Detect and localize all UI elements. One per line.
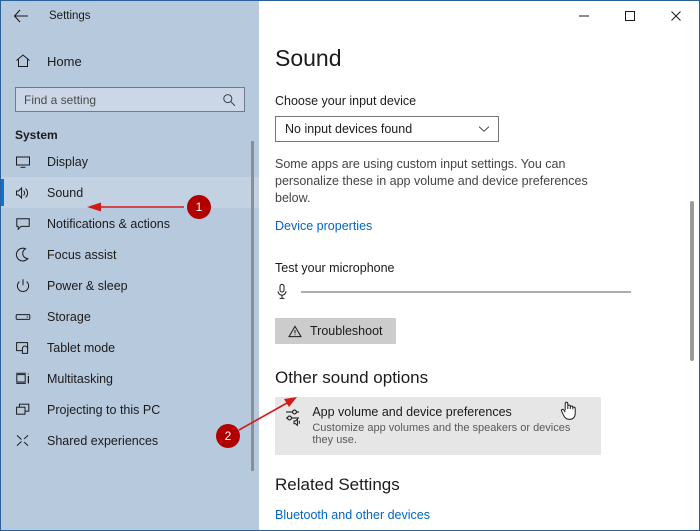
sliders-speaker-icon — [285, 405, 312, 427]
sidebar-item-home-label: Home — [47, 53, 82, 69]
sidebar-item-projecting[interactable]: Projecting to this PC — [1, 394, 259, 425]
sidebar-item-display[interactable]: Display — [1, 146, 259, 177]
app-volume-subtitle: Customize app volumes and the speakers o… — [312, 422, 571, 446]
home-icon — [15, 53, 41, 69]
sidebar-item-power-sleep[interactable]: Power & sleep — [1, 270, 259, 301]
input-device-label: Choose your input device — [275, 94, 417, 108]
sidebar-item-multitasking-label: Multitasking — [47, 371, 113, 386]
sidebar-scrollbar[interactable] — [251, 141, 254, 471]
input-device-selected-value: No input devices found — [285, 122, 413, 136]
search-box[interactable] — [15, 87, 245, 112]
related-settings-title: Related Settings — [275, 475, 400, 494]
settings-window: Settings Home Find a setting System Disp… — [0, 0, 700, 531]
hand-pointer-icon — [559, 399, 579, 426]
sidebar-section-title: System — [15, 128, 58, 142]
sidebar-item-home[interactable]: Home — [1, 45, 259, 77]
sidebar-item-multitasking[interactable]: Multitasking — [1, 363, 259, 394]
microphone-icon — [275, 283, 297, 301]
minimize-icon[interactable] — [561, 1, 607, 31]
sidebar-item-shared-experiences-label: Shared experiences — [47, 433, 159, 448]
warning-icon — [288, 324, 302, 338]
back-arrow-icon[interactable] — [1, 1, 41, 31]
title-bar-left: Settings — [1, 1, 259, 31]
microphone-level-bar — [301, 291, 631, 293]
search-input[interactable] — [16, 88, 222, 111]
tablet-icon — [15, 340, 41, 356]
sidebar-item-projecting-label: Projecting to this PC — [47, 402, 161, 417]
power-icon — [15, 278, 41, 294]
moon-icon — [15, 247, 41, 263]
sidebar-item-sound[interactable]: Sound — [1, 177, 259, 208]
close-icon[interactable] — [653, 1, 699, 31]
sidebar-item-notifications-label: Notifications & actions — [47, 216, 170, 231]
share-icon — [15, 433, 41, 449]
sidebar-item-focus-assist[interactable]: Focus assist — [1, 239, 259, 270]
speaker-icon — [15, 185, 41, 201]
chevron-down-icon — [478, 125, 490, 133]
troubleshoot-button-label: Troubleshoot — [310, 324, 383, 338]
notification-icon — [15, 216, 41, 232]
maximize-icon[interactable] — [607, 1, 653, 31]
content-panel: Sound Choose your input device No input … — [259, 31, 699, 530]
bluetooth-and-other-devices-link[interactable]: Bluetooth and other devices — [275, 508, 699, 522]
content-scrollbar[interactable] — [690, 201, 694, 361]
sidebar-item-power-sleep-label: Power & sleep — [47, 278, 128, 293]
search-icon[interactable] — [222, 93, 244, 107]
custom-input-note: Some apps are using custom input setting… — [275, 157, 588, 205]
troubleshoot-button[interactable]: Troubleshoot — [275, 318, 396, 344]
page-title: Sound — [275, 45, 342, 71]
monitor-icon — [15, 154, 41, 170]
title-bar: Settings — [1, 1, 699, 31]
device-properties-link[interactable]: Device properties — [275, 219, 699, 233]
sidebar-item-display-label: Display — [47, 154, 88, 169]
sidebar-item-sound-label: Sound — [47, 185, 84, 200]
sidebar-item-tablet-mode[interactable]: Tablet mode — [1, 332, 259, 363]
sidebar: Home System Display — [1, 31, 259, 530]
test-microphone-label: Test your microphone — [275, 261, 395, 275]
sidebar-item-storage[interactable]: Storage — [1, 301, 259, 332]
sidebar-item-focus-assist-label: Focus assist — [47, 247, 117, 262]
sidebar-item-tablet-mode-label: Tablet mode — [47, 340, 116, 355]
window-controls — [259, 1, 699, 31]
app-volume-title: App volume and device preferences — [312, 405, 512, 419]
window-title: Settings — [49, 10, 91, 22]
multitasking-icon — [15, 371, 41, 387]
other-sound-options-title: Other sound options — [275, 368, 429, 387]
drive-icon — [15, 309, 41, 325]
sidebar-item-shared-experiences[interactable]: Shared experiences — [1, 425, 259, 456]
input-device-select[interactable]: No input devices found — [275, 116, 499, 142]
microphone-level-row — [275, 283, 699, 301]
sidebar-item-notifications[interactable]: Notifications & actions — [1, 208, 259, 239]
search-container — [1, 77, 259, 112]
app-volume-row[interactable]: App volume and device preferences Custom… — [275, 397, 601, 455]
app-volume-text: App volume and device preferences Custom… — [312, 405, 591, 446]
sidebar-item-storage-label: Storage — [47, 309, 91, 324]
projection-icon — [15, 402, 41, 418]
